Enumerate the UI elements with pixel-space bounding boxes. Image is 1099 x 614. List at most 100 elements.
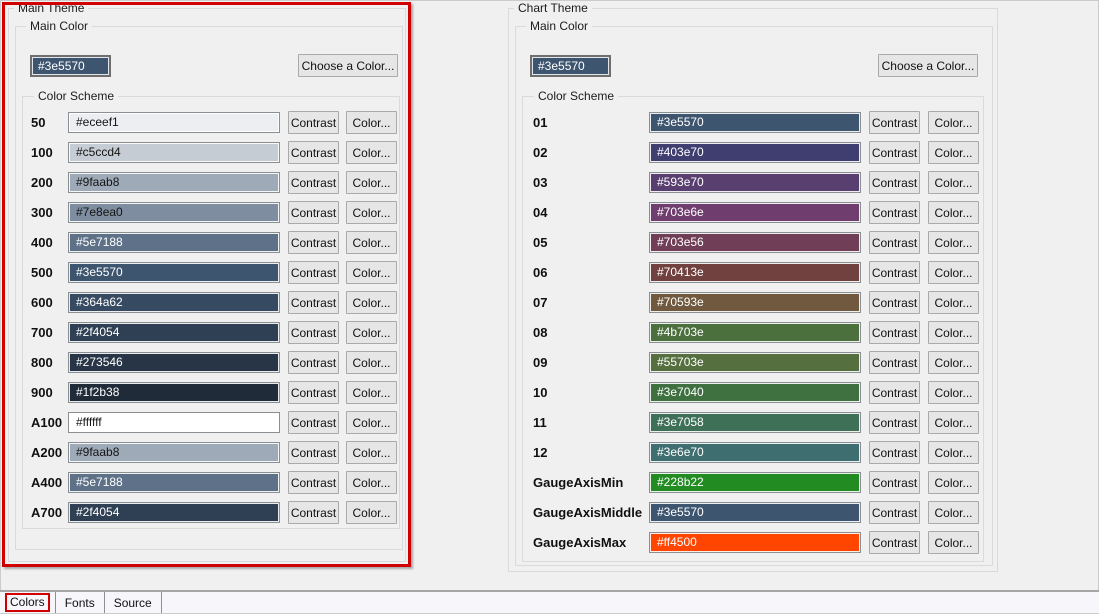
color-picker-button[interactable]: Color...: [928, 171, 979, 194]
contrast-button[interactable]: Contrast: [288, 411, 339, 434]
contrast-button[interactable]: Contrast: [288, 501, 339, 524]
color-picker-button[interactable]: Color...: [346, 411, 397, 434]
color-picker-button[interactable]: Color...: [928, 141, 979, 164]
color-picker-button[interactable]: Color...: [928, 381, 979, 404]
color-scheme-row: 05 #703e56 Contrast Color...: [523, 231, 983, 254]
color-picker-button[interactable]: Color...: [928, 411, 979, 434]
color-picker-button[interactable]: Color...: [346, 231, 397, 254]
contrast-button[interactable]: Contrast: [288, 201, 339, 224]
contrast-button[interactable]: Contrast: [288, 111, 339, 134]
color-value-field[interactable]: #ffffff: [68, 412, 280, 433]
contrast-button[interactable]: Contrast: [288, 171, 339, 194]
color-value-field[interactable]: #364a62: [68, 292, 280, 313]
contrast-button[interactable]: Contrast: [869, 111, 920, 134]
color-picker-button[interactable]: Color...: [928, 441, 979, 464]
color-value-field[interactable]: #273546: [68, 352, 280, 373]
contrast-button[interactable]: Contrast: [288, 141, 339, 164]
main-color-value-field[interactable]: #3e5570: [530, 55, 611, 77]
color-value-field[interactable]: #4b703e: [649, 322, 861, 343]
color-value-field[interactable]: #3e6e70: [649, 442, 861, 463]
contrast-button[interactable]: Contrast: [869, 471, 920, 494]
color-value-field[interactable]: #70593e: [649, 292, 861, 313]
color-picker-button[interactable]: Color...: [928, 351, 979, 374]
contrast-button[interactable]: Contrast: [869, 351, 920, 374]
contrast-button[interactable]: Contrast: [869, 501, 920, 524]
color-picker-button[interactable]: Color...: [346, 261, 397, 284]
contrast-button[interactable]: Contrast: [288, 321, 339, 344]
contrast-button[interactable]: Contrast: [869, 171, 920, 194]
color-picker-button[interactable]: Color...: [928, 111, 979, 134]
choose-color-button[interactable]: Choose a Color...: [298, 54, 398, 77]
color-picker-button[interactable]: Color...: [346, 201, 397, 224]
contrast-button[interactable]: Contrast: [288, 291, 339, 314]
color-value-field[interactable]: #2f4054: [68, 502, 280, 523]
color-value-field[interactable]: #703e6e: [649, 202, 861, 223]
color-value-field[interactable]: #3e5570: [649, 502, 861, 523]
color-value-field[interactable]: #5e7188: [68, 232, 280, 253]
color-picker-button[interactable]: Color...: [928, 471, 979, 494]
color-value-field[interactable]: #c5ccd4: [68, 142, 280, 163]
color-picker-button[interactable]: Color...: [346, 441, 397, 464]
color-picker-button[interactable]: Color...: [928, 201, 979, 224]
color-value-field[interactable]: #ff4500: [649, 532, 861, 553]
main-color-value-field[interactable]: #3e5570: [30, 55, 111, 77]
color-scheme-row-label: 500: [31, 261, 53, 284]
color-picker-button[interactable]: Color...: [346, 111, 397, 134]
color-picker-button[interactable]: Color...: [346, 501, 397, 524]
color-picker-button[interactable]: Color...: [928, 291, 979, 314]
contrast-button[interactable]: Contrast: [288, 231, 339, 254]
color-picker-button[interactable]: Color...: [346, 471, 397, 494]
color-value-field[interactable]: #593e70: [649, 172, 861, 193]
color-picker-button[interactable]: Color...: [928, 501, 979, 524]
contrast-button[interactable]: Contrast: [869, 261, 920, 284]
color-value-field[interactable]: #eceef1: [68, 112, 280, 133]
contrast-button[interactable]: Contrast: [869, 321, 920, 344]
color-picker-button[interactable]: Color...: [928, 531, 979, 554]
panel-title: Main Theme: [14, 1, 88, 16]
color-picker-button[interactable]: Color...: [346, 291, 397, 314]
color-picker-button[interactable]: Color...: [346, 321, 397, 344]
color-value-field[interactable]: #70413e: [649, 262, 861, 283]
color-value-field[interactable]: #703e56: [649, 232, 861, 253]
contrast-button[interactable]: Contrast: [869, 141, 920, 164]
color-picker-button[interactable]: Color...: [928, 231, 979, 254]
color-value-field[interactable]: #3e5570: [649, 112, 861, 133]
contrast-button[interactable]: Contrast: [869, 231, 920, 254]
choose-color-button[interactable]: Choose a Color...: [878, 54, 978, 77]
tab-colors[interactable]: Colors: [0, 592, 56, 613]
color-picker-button[interactable]: Color...: [346, 171, 397, 194]
color-value-field[interactable]: #5e7188: [68, 472, 280, 493]
color-value-field[interactable]: #403e70: [649, 142, 861, 163]
contrast-button[interactable]: Contrast: [869, 441, 920, 464]
tab-fonts[interactable]: Fonts: [56, 592, 105, 613]
contrast-button[interactable]: Contrast: [869, 381, 920, 404]
color-value-field[interactable]: #55703e: [649, 352, 861, 373]
color-picker-button[interactable]: Color...: [346, 381, 397, 404]
contrast-button[interactable]: Contrast: [869, 201, 920, 224]
color-picker-button[interactable]: Color...: [346, 141, 397, 164]
contrast-button[interactable]: Contrast: [869, 411, 920, 434]
tab-source[interactable]: Source: [105, 592, 162, 613]
color-value-field[interactable]: #7e8ea0: [68, 202, 280, 223]
contrast-button[interactable]: Contrast: [869, 291, 920, 314]
color-scheme-row-label: 06: [533, 261, 547, 284]
color-value-field[interactable]: #9faab8: [68, 442, 280, 463]
color-picker-button[interactable]: Color...: [928, 261, 979, 284]
color-value-field[interactable]: #9faab8: [68, 172, 280, 193]
contrast-button[interactable]: Contrast: [288, 261, 339, 284]
color-value-field[interactable]: #228b22: [649, 472, 861, 493]
color-value-field[interactable]: #2f4054: [68, 322, 280, 343]
contrast-button[interactable]: Contrast: [288, 441, 339, 464]
color-picker-button[interactable]: Color...: [928, 321, 979, 344]
color-value-field[interactable]: #3e7040: [649, 382, 861, 403]
contrast-button[interactable]: Contrast: [288, 381, 339, 404]
contrast-button[interactable]: Contrast: [288, 351, 339, 374]
color-scheme-row: 04 #703e6e Contrast Color...: [523, 201, 983, 224]
color-value-field[interactable]: #3e5570: [68, 262, 280, 283]
color-picker-button[interactable]: Color...: [346, 351, 397, 374]
color-value-field[interactable]: #1f2b38: [68, 382, 280, 403]
contrast-button[interactable]: Contrast: [288, 471, 339, 494]
color-value-field[interactable]: #3e7058: [649, 412, 861, 433]
contrast-button[interactable]: Contrast: [869, 531, 920, 554]
color-scheme-row-label: 08: [533, 321, 547, 344]
